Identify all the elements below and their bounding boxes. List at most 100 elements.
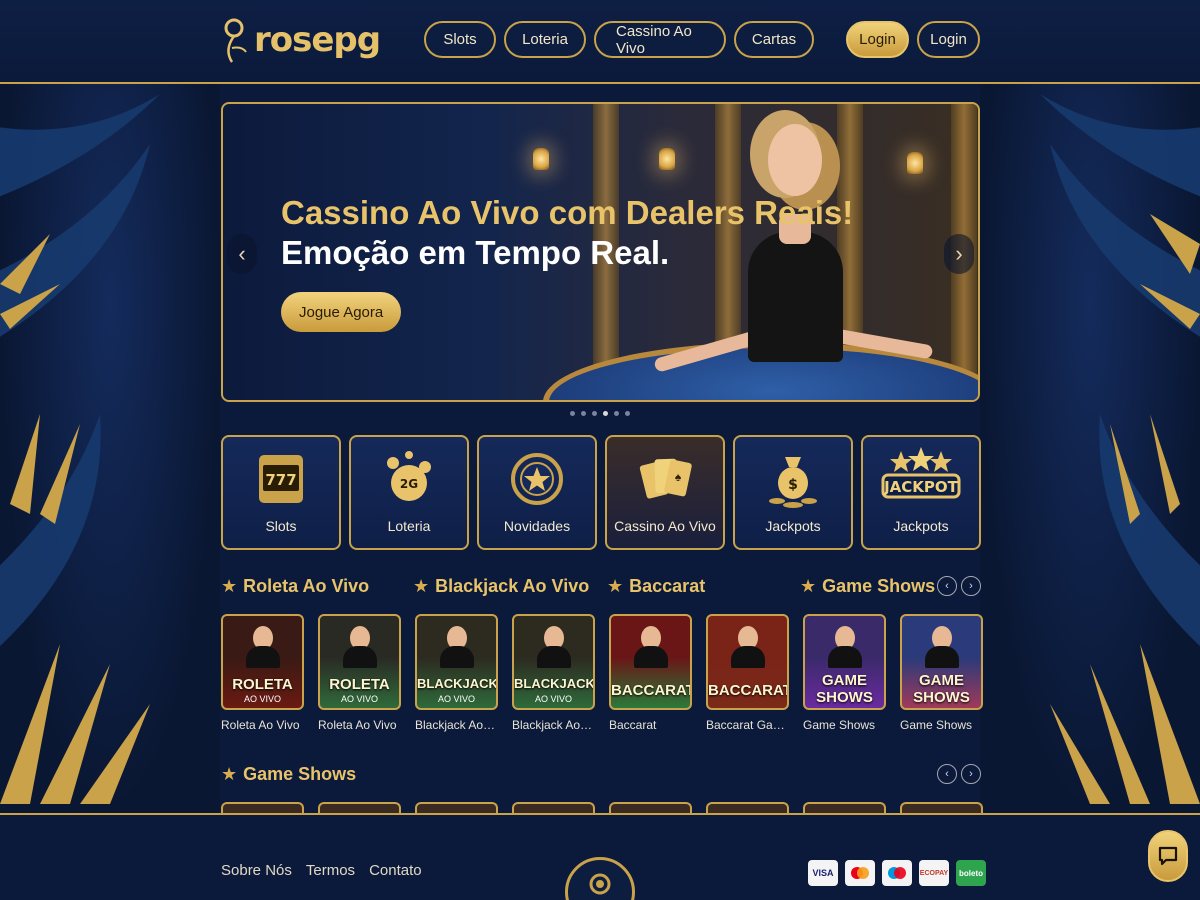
dealer-body (633, 646, 668, 668)
jackpot-badge-icon: JACKPOT (881, 447, 961, 499)
game-caption: Game Shows (803, 718, 876, 732)
game-card[interactable]: ROLETA AO VIVO Roleta Ao Vivo (221, 614, 304, 732)
mastercard-icon (845, 860, 875, 886)
game-card[interactable]: BLACKJACK AO VIVO Blackjack Ao Vivo (415, 614, 498, 732)
pagination-dot[interactable] (592, 411, 597, 416)
game-thumbnail[interactable]: BACCARAT (706, 614, 789, 710)
star-icon: ★ (607, 576, 624, 596)
game-caption: Roleta Ao Vivo (318, 718, 397, 732)
game-thumbnail[interactable]: BLACKJACK AO VIVO (415, 614, 498, 710)
section-blackjack-ao-vivo[interactable]: ★ Blackjack Ao Vivo (413, 576, 589, 597)
boleto-icon: boleto (956, 860, 986, 886)
chevron-right-icon: › (969, 580, 973, 592)
pagination-dot[interactable] (570, 411, 575, 416)
game-thumb-subtitle: AO VIVO (437, 694, 475, 704)
section-scroll-controls: ‹ › (937, 576, 981, 596)
game-caption: Game Shows (900, 718, 973, 732)
star-icon: ★ (413, 576, 430, 596)
pagination-dot[interactable] (625, 411, 630, 416)
game-card[interactable]: ROLETA AO VIVO Roleta Ao Vivo (318, 614, 401, 732)
play-now-button[interactable]: Jogue Agora (281, 292, 402, 332)
scroll-prev-button[interactable]: ‹ (937, 576, 957, 596)
game-card[interactable]: GAME SHOWS Game Shows (803, 614, 886, 732)
nav-slots[interactable]: Slots (424, 21, 496, 58)
right-decor (980, 84, 1200, 814)
category-label: Novidades (503, 518, 571, 534)
banner-pagination (570, 411, 630, 416)
pagination-dot[interactable] (581, 411, 586, 416)
section-baccarat[interactable]: ★ Baccarat (607, 576, 705, 597)
hero-banner: Cassino Ao Vivo com Dealers Reais! Emoçã… (221, 102, 980, 402)
game-thumb-subtitle: AO VIVO (340, 694, 378, 704)
nav-cartas[interactable]: Cartas (734, 21, 814, 58)
game-thumb-title: GAME SHOWS (816, 672, 873, 706)
game-thumb-title: BLACKJACK (514, 676, 595, 691)
game-thumb-title: GAME SHOWS (913, 672, 970, 706)
section-title: Game Shows (822, 576, 936, 596)
category-label: Jackpots (765, 518, 821, 534)
star-icon: ★ (800, 576, 817, 596)
scroll-next-button[interactable]: › (961, 764, 981, 784)
money-bag-icon: $ (769, 457, 817, 508)
game-thumbnail[interactable]: GAME SHOWS (900, 614, 983, 710)
ecopay-icon: ECOPAY (919, 860, 949, 886)
brand-logo[interactable]: rosepg (220, 14, 381, 66)
chevron-right-icon: › (955, 241, 963, 266)
slot-777-icon: 777 (259, 455, 303, 503)
palm-leaves-right-image (1040, 94, 1200, 804)
category-label: Cassino Ao Vivo (614, 518, 716, 534)
game-thumbnail[interactable]: GAME SHOWS (803, 614, 886, 710)
category-slots[interactable]: 777 Slots (221, 435, 341, 550)
game-caption: Blackjack Ao Vivo (415, 718, 498, 732)
scroll-prev-button[interactable]: ‹ (937, 764, 957, 784)
game-thumbnail[interactable]: ROLETA AO VIVO (318, 614, 401, 710)
login-button-primary[interactable]: Login (846, 21, 909, 58)
section-game-shows[interactable]: ★ Game Shows (800, 576, 935, 597)
game-thumbnail[interactable]: BACCARAT (609, 614, 692, 710)
nav-cassino-ao-vivo[interactable]: Cassino Ao Vivo (594, 21, 726, 58)
dealer-head (768, 124, 822, 196)
game-card[interactable]: BACCARAT Baccarat (609, 614, 692, 732)
section-title: Baccarat (629, 576, 706, 596)
game-caption: Baccarat (609, 718, 657, 732)
banner-next-button[interactable]: › (944, 234, 974, 274)
category-jackpots-2[interactable]: JACKPOT Jackpots (861, 435, 981, 550)
dealer-body (536, 646, 571, 668)
banner-title: Cassino Ao Vivo com Dealers Reais! (281, 194, 854, 231)
game-card[interactable]: BLACKJACK AO VIVO Blackjack Ao Vivo (512, 614, 595, 732)
game-thumb-subtitle: AO VIVO (534, 694, 572, 704)
chevron-left-icon: ‹ (238, 241, 246, 266)
section-game-shows-2[interactable]: ★ Game Shows (221, 764, 356, 785)
category-loteria[interactable]: 2G Loteria (349, 435, 469, 550)
footer-link-contato[interactable]: Contato (369, 862, 422, 879)
wall-lamp-icon (907, 152, 923, 174)
section-title: Roleta Ao Vivo (243, 576, 370, 596)
section-scroll-controls-2: ‹ › (937, 764, 981, 784)
chat-button[interactable] (1148, 830, 1188, 882)
game-thumbnail[interactable]: ROLETA AO VIVO (221, 614, 304, 710)
category-label: Jackpots (893, 518, 949, 534)
pagination-dot[interactable] (614, 411, 619, 416)
star-icon: ★ (221, 576, 238, 596)
category-novidades[interactable]: Novidades (477, 435, 597, 550)
dealer-body (342, 646, 377, 668)
scroll-next-button[interactable]: › (961, 576, 981, 596)
footer-link-sobre-nos[interactable]: Sobre Nós (221, 862, 292, 879)
banner-prev-button[interactable]: ‹ (227, 234, 257, 274)
lottery-balls-icon: 2G (387, 451, 431, 501)
footer-link-termos[interactable]: Termos (306, 862, 355, 879)
chevron-left-icon: ‹ (945, 768, 949, 780)
game-card[interactable]: GAME SHOWS Game Shows (900, 614, 983, 732)
game-thumbnail[interactable]: BLACKJACK AO VIVO (512, 614, 595, 710)
game-thumb-title: ROLETA (232, 676, 293, 693)
login-button-secondary[interactable]: Login (917, 21, 980, 58)
category-jackpots[interactable]: $ Jackpots (733, 435, 853, 550)
category-label: Slots (265, 518, 297, 534)
section-roleta-ao-vivo[interactable]: ★ Roleta Ao Vivo (221, 576, 369, 597)
game-card[interactable]: BACCARAT Baccarat Game ... (706, 614, 789, 732)
category-cassino-ao-vivo[interactable]: ♠ Cassino Ao Vivo (605, 435, 725, 550)
nav-loteria[interactable]: Loteria (504, 21, 586, 58)
pagination-dot-active[interactable] (603, 411, 608, 416)
auth-buttons: Login Login (846, 21, 980, 58)
palm-leaves-left-image (0, 94, 160, 804)
